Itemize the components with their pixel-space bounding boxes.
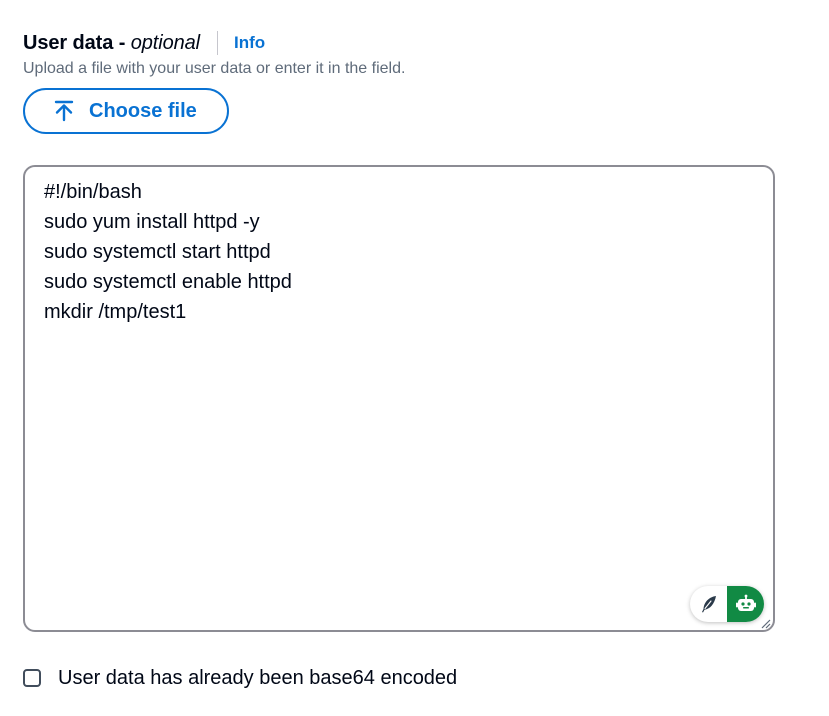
user-data-editor: #!/bin/bash sudo yum install httpd -y su… [23,165,775,632]
user-data-textarea[interactable]: #!/bin/bash sudo yum install httpd -y su… [25,167,773,630]
info-link[interactable]: Info [234,33,265,53]
upload-arrow-icon [52,99,76,123]
user-data-section: User data - optional Info Upload a file … [0,0,829,716]
base64-checkbox-label[interactable]: User data has already been base64 encode… [58,667,457,690]
optional-label: optional [130,31,201,54]
field-title-text: User data - [23,31,126,54]
field-header: User data - optional Info [23,30,265,56]
feather-icon[interactable] [690,586,727,622]
base64-checkbox-row[interactable]: User data has already been base64 encode… [23,665,457,691]
header-divider [217,31,219,55]
extension-widget [690,586,764,622]
field-description: Upload a file with your user data or ent… [23,60,406,77]
choose-file-label: Choose file [89,99,197,122]
choose-file-button[interactable]: Choose file [23,88,229,134]
resize-handle-icon[interactable] [759,616,771,629]
base64-checkbox[interactable] [23,669,41,687]
field-title: User data - optional [23,32,200,55]
